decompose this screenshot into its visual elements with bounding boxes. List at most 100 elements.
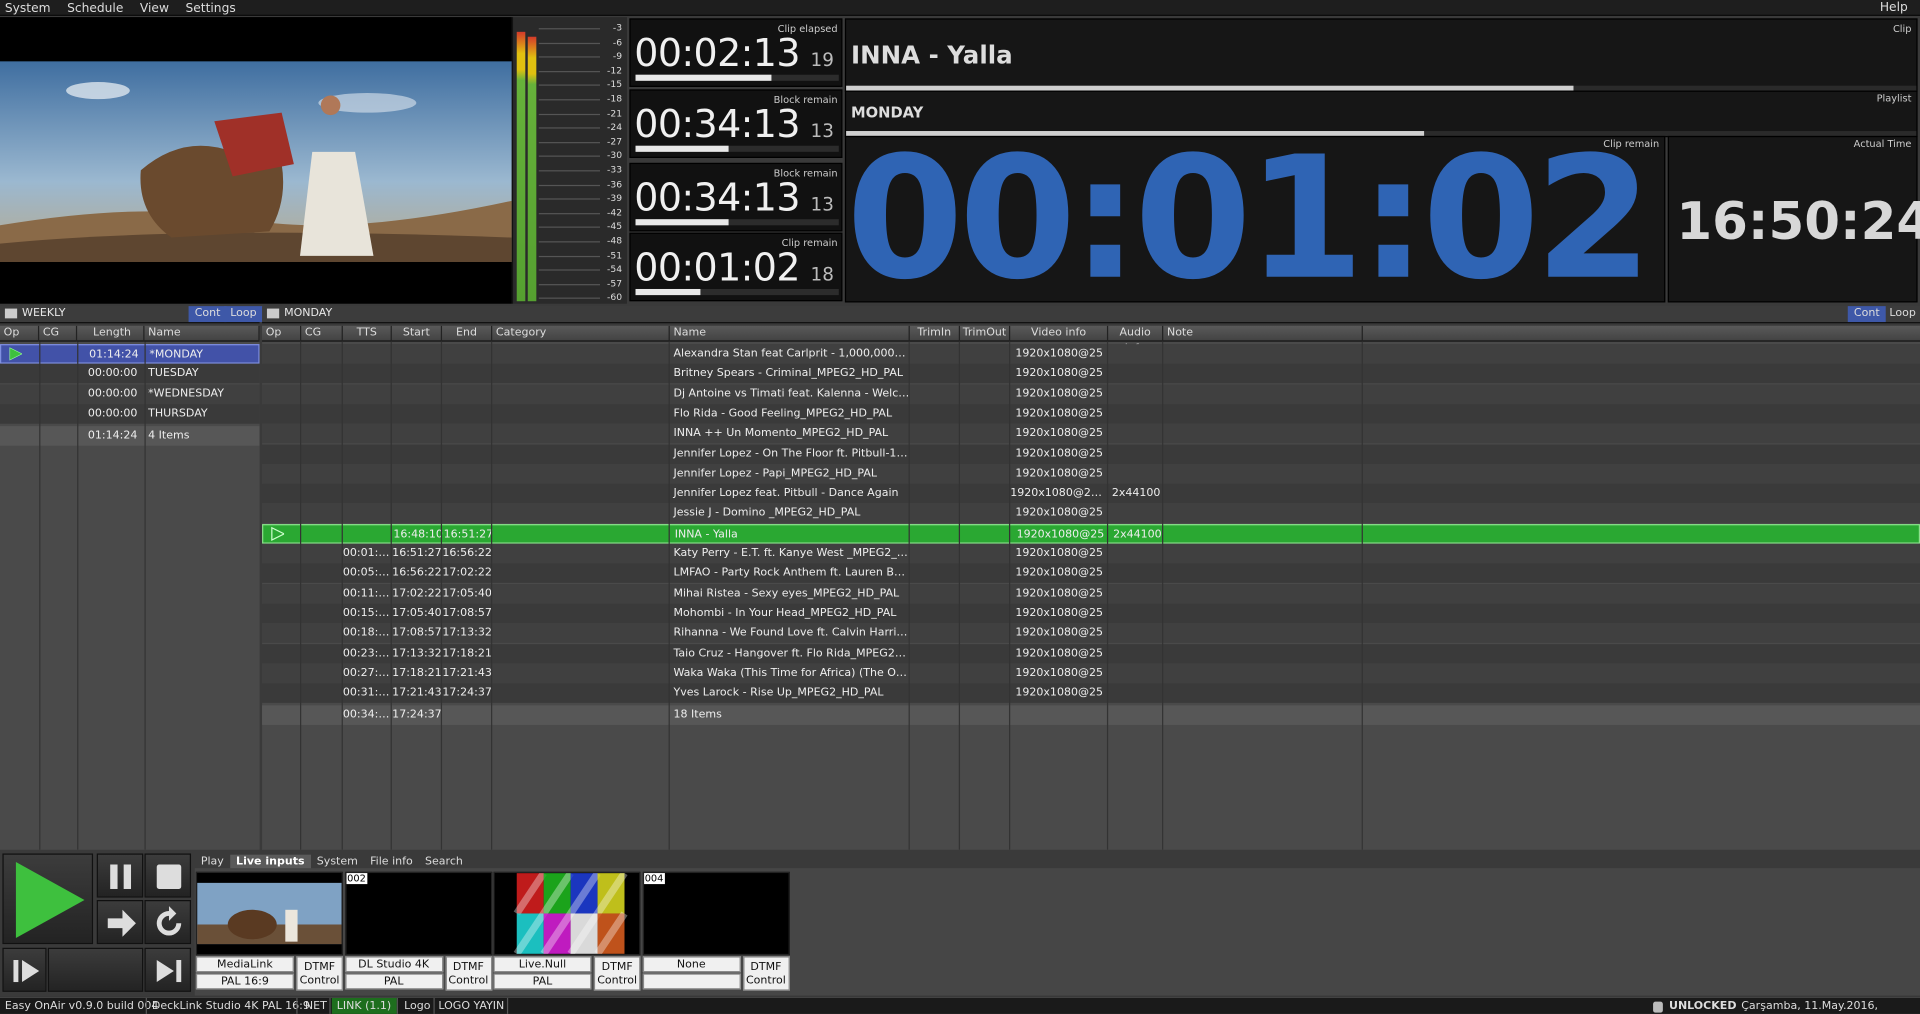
- playlist-row[interactable]: 00:01:02 16:51:27 16:56:22 Katy Perry - E.T…: [262, 543, 1920, 564]
- input-format[interactable]: PAL: [344, 973, 443, 990]
- row-end: [442, 464, 492, 484]
- row-end: 17:05:40: [442, 587, 492, 600]
- row-start: 17:13:32: [392, 647, 442, 660]
- playlist-row[interactable]: 00:11:58 17:02:22 17:05:40 Mihai Ristea - S…: [262, 583, 1920, 604]
- menu-view[interactable]: View: [135, 1, 176, 17]
- playlist-row[interactable]: 00:23:08 17:13:32 17:18:21 Taio Cruz - Hang…: [262, 643, 1920, 664]
- playlist-row[interactable]: 00:15:16 17:05:40 17:08:57 Mohombi - In You…: [262, 603, 1920, 624]
- meter-scale-label: -48: [607, 235, 623, 247]
- clip-remain-value: 00:01:02: [846, 120, 1652, 318]
- input-thumbnail[interactable]: [344, 871, 492, 956]
- input-name[interactable]: Live.Null: [493, 956, 592, 973]
- input-thumbnail[interactable]: [642, 871, 790, 956]
- status-link: LINK (1.1): [331, 997, 397, 1014]
- playlist-name: MONDAY: [851, 104, 924, 122]
- input-name[interactable]: None: [642, 956, 741, 973]
- playlist-row[interactable]: INNA ++ Un Momento_MPEG2_HD_PAL 1920x1080…: [262, 423, 1920, 444]
- weekly-cont-button[interactable]: Cont: [188, 306, 227, 323]
- dtmf-control-button[interactable]: DTMF Control: [296, 956, 343, 991]
- col-name[interactable]: Name: [144, 325, 260, 342]
- row-video-info: 1920x1080@25: [1015, 647, 1104, 660]
- input-format[interactable]: PAL: [493, 973, 592, 990]
- menu-bar: System Schedule View Settings Help: [0, 0, 1920, 16]
- menu-schedule[interactable]: Schedule: [62, 1, 131, 17]
- row-tts: [343, 404, 392, 424]
- row-video-info: 1920x1080@25: [1015, 547, 1104, 560]
- playlist-row[interactable]: Dj Antoine vs Timati feat. Kalenna - Wel…: [262, 383, 1920, 404]
- menu-settings[interactable]: Settings: [181, 1, 243, 17]
- dtmf-control-button[interactable]: DTMF Control: [445, 956, 492, 991]
- col-name[interactable]: Name: [670, 325, 910, 342]
- dtmf-control-button[interactable]: DTMF Control: [742, 956, 790, 991]
- input-thumbnail[interactable]: [195, 871, 343, 956]
- meter-gridline: [538, 42, 601, 44]
- playlist-row[interactable]: 00:27:57 17:18:21 17:21:43 Waka Waka (This …: [262, 663, 1920, 684]
- playlist-row[interactable]: 00:18:33 17:08:57 17:13:32 Rihanna - We Fou…: [262, 623, 1920, 644]
- playlist-row[interactable]: Alexandra Stan feat Carlprit - 1,000,000…: [262, 344, 1920, 364]
- row-audio-info: [1108, 344, 1163, 364]
- row-start: [392, 404, 442, 424]
- row-video-info: 1920x1080@25: [1015, 507, 1104, 520]
- col-trimout[interactable]: TrimOut: [960, 325, 1011, 342]
- col-category[interactable]: Category: [492, 325, 670, 342]
- playlist-row[interactable]: 00:31:19 17:21:43 17:24:37 Yves Larock - Ri…: [262, 683, 1920, 703]
- row-video-info: 1920x1080@25: [1015, 567, 1104, 580]
- empty-button[interactable]: [47, 947, 144, 992]
- reload-button[interactable]: [144, 900, 192, 945]
- input-name[interactable]: DL Studio 4K: [344, 956, 443, 973]
- monday-cont-button[interactable]: Cont: [1847, 306, 1886, 323]
- playlist-label: Playlist: [1876, 93, 1912, 105]
- input-name[interactable]: MediaLink: [195, 956, 294, 973]
- weekly-loop-button[interactable]: Loop: [224, 306, 263, 323]
- status-logo-yayin: LOGO YAYIN: [438, 1000, 505, 1013]
- playlist-row[interactable]: 00:05:58 16:56:22 17:02:22 LMFAO - Party Ro…: [262, 563, 1920, 584]
- playlist-row[interactable]: Jennifer Lopez - Papi_MPEG2_HD_PAL 1920x1…: [262, 463, 1920, 484]
- pause-button[interactable]: [96, 853, 144, 898]
- monday-loop-button[interactable]: Loop: [1883, 306, 1920, 322]
- col-op[interactable]: Op: [262, 325, 302, 342]
- col-audio-info[interactable]: Audio info: [1108, 325, 1164, 355]
- playlist-row[interactable]: Jessie J - Domino _MPEG2_HD_PAL 1920x1080…: [262, 503, 1920, 524]
- col-tts[interactable]: TTS: [343, 325, 392, 342]
- input-format[interactable]: PAL 16:9: [195, 973, 294, 990]
- input-number: 002: [345, 873, 368, 885]
- playlist-row[interactable]: Britney Spears - Criminal_MPEG2_HD_PAL 19…: [262, 364, 1920, 384]
- playlist-row[interactable]: Jennifer Lopez feat. Pitbull - Dance Aga…: [262, 483, 1920, 504]
- col-cg[interactable]: CG: [39, 325, 78, 342]
- folder-icon: [266, 308, 280, 319]
- stop-icon: [156, 864, 182, 889]
- menu-help[interactable]: Help: [1875, 0, 1915, 16]
- meter-gridline: [538, 70, 601, 72]
- meter-gridline: [538, 56, 601, 58]
- input-format[interactable]: [642, 973, 741, 990]
- col-note[interactable]: Note: [1163, 325, 1363, 342]
- col-length[interactable]: Length: [77, 325, 145, 342]
- col-end[interactable]: End: [442, 325, 493, 342]
- meter-left: [516, 31, 526, 302]
- step-play-button[interactable]: [2, 947, 47, 992]
- menu-system[interactable]: System: [0, 1, 58, 17]
- dtmf-control-button[interactable]: DTMF Control: [593, 956, 641, 991]
- col-cg[interactable]: CG: [301, 325, 343, 342]
- col-video-info[interactable]: Video info: [1010, 325, 1109, 342]
- clip-remain-panel: Clip remain 00:01:02: [844, 127, 1666, 310]
- playlist-row[interactable]: Flo Rida - Good Feeling_MPEG2_HD_PAL 1920…: [262, 403, 1920, 424]
- play-next-button[interactable]: [144, 947, 192, 992]
- clip-panel: Clip INNA - Yalla: [844, 18, 1918, 92]
- stop-button[interactable]: [144, 853, 192, 898]
- playlist-row[interactable]: Jennifer Lopez - On The Floor ft. Pitbul…: [262, 443, 1920, 464]
- play-button[interactable]: [2, 853, 94, 945]
- meter-scale-label: -36: [607, 178, 623, 190]
- meter-gridline: [538, 269, 601, 271]
- input-thumbnail[interactable]: [493, 871, 641, 956]
- meter-scale-label: -39: [607, 192, 623, 204]
- playlist-row[interactable]: 16:48:10 16:51:27 INNA - Yalla 1920x1080@25…: [262, 523, 1920, 544]
- col-op[interactable]: Op: [0, 325, 40, 342]
- row-end: [442, 364, 492, 384]
- status-datetime: Çarşamba, 11.May.2016, 16:50:23: [1741, 1000, 1879, 1013]
- row-video-info: 1920x1080@25: [1015, 607, 1104, 620]
- lock-icon: [1653, 1001, 1663, 1013]
- col-trimin[interactable]: TrimIn: [910, 325, 961, 342]
- next-button[interactable]: [96, 900, 144, 945]
- col-start[interactable]: Start: [392, 325, 443, 342]
